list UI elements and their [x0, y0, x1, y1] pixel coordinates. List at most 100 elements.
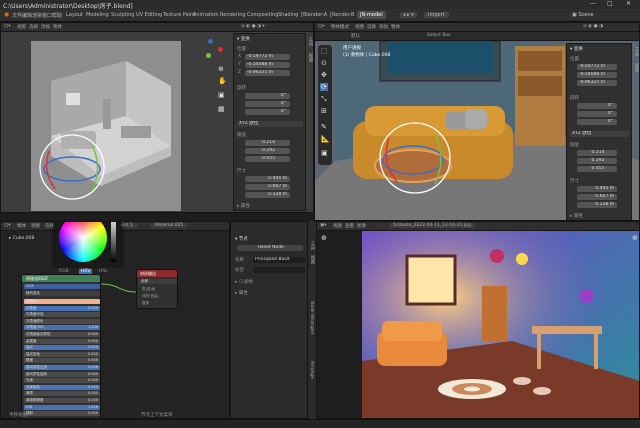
- side-tab-item[interactable]: 工具: [307, 37, 313, 46]
- rotate-gizmo[interactable]: [37, 131, 107, 203]
- image-menu-image[interactable]: 图像: [357, 223, 366, 229]
- node-side-tab-view[interactable]: 视图: [309, 255, 315, 264]
- image-menu-view[interactable]: 视图: [333, 223, 342, 229]
- right-editor-type-icon[interactable]: ◱▾: [318, 24, 325, 29]
- right-rotation-mode[interactable]: XYZ 欧拉: [570, 131, 629, 137]
- right-menu-view[interactable]: 视图: [355, 24, 364, 30]
- shader-node-editor[interactable]: ◱▾ 物体 视图 选择 添加 节点 ☑ 使用节点 Slot 1 Material…: [0, 221, 230, 419]
- transform-tool-icon[interactable]: ⊞: [321, 107, 327, 115]
- tab-layout[interactable]: Layout: [66, 12, 83, 18]
- right-rotate-gizmo[interactable]: [375, 118, 455, 198]
- zoom-icon[interactable]: ⊕: [218, 65, 224, 73]
- tab-blender-a[interactable]: [Blender-A: [301, 12, 327, 18]
- right-menu-add[interactable]: 添加: [379, 24, 388, 30]
- rotate-tool-icon[interactable]: ⟳: [320, 83, 328, 91]
- image-zoom-icon[interactable]: ⊕: [632, 234, 638, 242]
- image-menu-view2[interactable]: 查看: [345, 223, 354, 229]
- node-label-field[interactable]: [253, 267, 305, 273]
- left-menu-object[interactable]: 物体: [53, 24, 62, 30]
- transform-orientation[interactable]: 默认: [351, 33, 360, 39]
- node-color-toggle[interactable]: ▸ ☐ 颜色: [235, 279, 253, 285]
- menu-help[interactable]: 帮助: [52, 12, 62, 19]
- nav-y-icon[interactable]: [206, 53, 211, 58]
- right-3d-viewport[interactable]: ◱▾ 物体模式 视图 选择 添加 物体 ◎ ◐ ● ◑ 默认 Select Bo…: [314, 22, 640, 221]
- right-properties-subpanel[interactable]: ▸ 属性: [570, 213, 583, 219]
- left-menu-view[interactable]: 视图: [17, 24, 26, 30]
- right-rotation-z[interactable]: 0°: [577, 119, 617, 125]
- left-menu-add[interactable]: 添加: [41, 24, 50, 30]
- right-location-x[interactable]: -0.59772 m: [577, 64, 617, 70]
- viewport-shading-icons[interactable]: ◎ ◐ ● ◑ ▾: [241, 24, 265, 29]
- right-location-z[interactable]: -0.96325 m: [577, 80, 617, 86]
- image-file-selector[interactable]: 5rizaate_2022-04-11_13-16-31.jpg: [389, 223, 475, 228]
- import-button[interactable]: Import: [424, 12, 449, 18]
- right-dimension-z[interactable]: 0.128 m: [577, 202, 617, 208]
- maximize-button[interactable]: □: [607, 0, 613, 7]
- add-cube-tool-icon[interactable]: ▣: [321, 149, 328, 157]
- image-editor[interactable]: ▣▾ 视图 查看 图像 5rizaate_2022-04-11_13-16-31…: [316, 221, 640, 419]
- tab-texture-paint[interactable]: Texture Paint: [163, 12, 195, 18]
- nav-x-icon[interactable]: [218, 47, 223, 52]
- properties-subpanel[interactable]: ▸ 属性: [237, 203, 250, 209]
- left-3d-viewport[interactable]: ◱▾ 视图 选择 添加 物体 ◎ ◐ ● ◑ ▾ ⊕ ✋ ▣ ▦ ▾ 变换 位置…: [0, 22, 314, 213]
- select-box-tool[interactable]: Select Box: [427, 33, 451, 38]
- right-menu-object[interactable]: 物体: [391, 24, 400, 30]
- left-menu-select[interactable]: 选择: [29, 24, 38, 30]
- hand-pan-icon[interactable]: ✋: [218, 77, 227, 85]
- menu-render[interactable]: 渲染: [32, 12, 42, 19]
- workspace-controls[interactable]: ◂ ▸ ▾: [400, 12, 417, 18]
- location-z-field[interactable]: -0.96325 m: [245, 70, 290, 76]
- node-name-field[interactable]: Principled BSDF: [253, 257, 305, 263]
- dimension-z-field[interactable]: 0.128 m: [245, 192, 290, 198]
- tab-sculpting[interactable]: Sculpting: [111, 12, 134, 18]
- scale-tool-icon[interactable]: ⤡: [321, 95, 327, 104]
- tab-uv-editing[interactable]: UV Editing: [136, 12, 162, 18]
- close-button[interactable]: ✕: [626, 0, 631, 7]
- tab-render-b[interactable]: [Render-B: [330, 12, 355, 18]
- node-side-tab-wrangler[interactable]: Node Wrangler: [309, 301, 314, 335]
- right-rotation-y[interactable]: 0°: [577, 111, 617, 117]
- right-scale-y[interactable]: 0.292: [577, 158, 617, 164]
- menu-file[interactable]: 文件: [12, 12, 22, 19]
- scale-y-field[interactable]: 0.292: [245, 148, 290, 154]
- rotation-mode-dropdown[interactable]: XYZ 欧拉: [237, 121, 303, 127]
- scale-z-field[interactable]: 0.055: [245, 156, 290, 162]
- rotation-x-field[interactable]: 0°: [245, 93, 290, 99]
- location-x-field[interactable]: -0.59772 m: [245, 54, 290, 60]
- measure-tool-icon[interactable]: 📐: [321, 135, 330, 143]
- location-y-field[interactable]: -0.54088 m: [245, 62, 290, 68]
- menu-edit[interactable]: 编辑: [22, 12, 32, 19]
- editor-type-icon[interactable]: ◱▾: [4, 24, 11, 29]
- rotation-y-field[interactable]: 0°: [245, 101, 290, 107]
- tab-shading[interactable]: Shading: [278, 12, 298, 18]
- image-editor-type-icon[interactable]: ▣▾: [320, 223, 327, 228]
- right-dimension-x[interactable]: 0.445 m: [577, 186, 617, 192]
- reset-node-button[interactable]: Reset Node: [237, 245, 303, 251]
- node-side-tab-item[interactable]: 工具: [309, 241, 315, 250]
- node-props-toggle[interactable]: ▸ 属性: [235, 290, 248, 296]
- object-mode-dropdown[interactable]: 物体模式: [331, 24, 349, 30]
- right-scale-z[interactable]: 0.055: [577, 166, 617, 172]
- side-tab-view[interactable]: 视图: [307, 53, 313, 62]
- minimize-button[interactable]: —: [590, 0, 596, 7]
- right-location-y[interactable]: -0.54088 m: [577, 72, 617, 78]
- move-tool-icon[interactable]: ✥: [321, 71, 327, 79]
- cursor-tool-icon[interactable]: ⊙: [321, 59, 327, 67]
- annotate-tool-icon[interactable]: ✎: [321, 123, 327, 131]
- right-dimension-y[interactable]: 0.607 m: [577, 194, 617, 200]
- right-scale-x[interactable]: 0.214: [577, 150, 617, 156]
- dimension-x-field[interactable]: 0.445 m: [245, 176, 290, 182]
- tab-rendering[interactable]: Rendering: [220, 12, 246, 18]
- rotation-z-field[interactable]: 0°: [245, 109, 290, 115]
- perspective-icon[interactable]: ▦: [218, 105, 225, 113]
- image-pan-icon[interactable]: ⊕: [321, 234, 327, 242]
- node-side-tab-arrange[interactable]: Arrange: [309, 361, 314, 379]
- right-side-tab-item[interactable]: 工具: [633, 47, 639, 56]
- select-tool-icon[interactable]: ⬚: [321, 47, 328, 55]
- right-rotation-x[interactable]: 0°: [577, 103, 617, 109]
- tab-jn-model[interactable]: JN-model: [357, 11, 386, 19]
- menu-window[interactable]: 窗口: [42, 12, 52, 19]
- blender-logo-icon[interactable]: ◉: [4, 11, 9, 18]
- dimension-y-field[interactable]: 0.607 m: [245, 184, 290, 190]
- camera-view-icon[interactable]: ▣: [218, 91, 225, 99]
